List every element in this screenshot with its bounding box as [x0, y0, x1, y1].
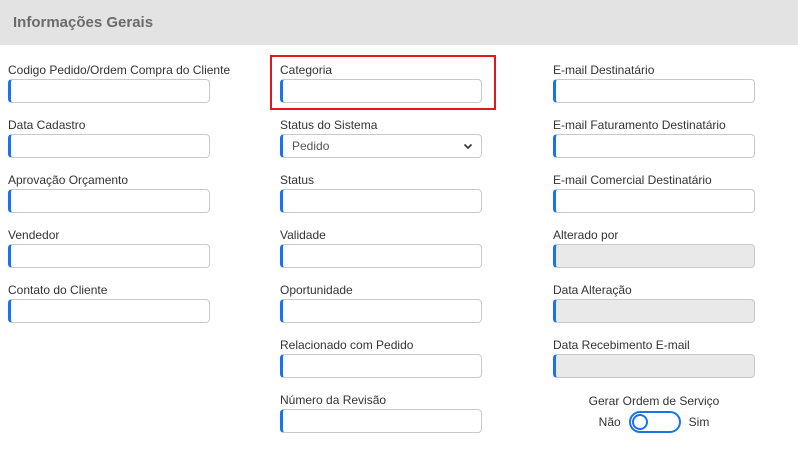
- field-label: Validade: [280, 228, 326, 242]
- field-label: Status: [280, 173, 315, 187]
- gerar-ordem-servico-switch[interactable]: [628, 411, 681, 433]
- contato-cliente-input[interactable]: [8, 299, 210, 323]
- field-label: Status do Sistema: [280, 118, 378, 132]
- email-destinatario-input[interactable]: [553, 79, 755, 103]
- field-label: Data Recebimento E-mail: [553, 338, 690, 352]
- toggle-off-label: Não: [598, 415, 621, 429]
- data-cadastro-input[interactable]: [8, 134, 210, 158]
- field-relacionado-pedido: Relacionado com Pedido: [280, 338, 482, 378]
- field-label: Data Cadastro: [8, 118, 86, 132]
- field-validade: Validade: [280, 228, 482, 268]
- oportunidade-input[interactable]: [280, 299, 482, 323]
- status-input[interactable]: [280, 189, 482, 213]
- field-data-cadastro: Data Cadastro: [8, 118, 210, 158]
- switch-knob: [631, 414, 648, 430]
- field-status: Status: [280, 173, 482, 213]
- field-label: Vendedor: [8, 228, 60, 242]
- toggle-row: Não Sim: [553, 411, 755, 433]
- alterado-por-input: [553, 244, 755, 268]
- field-email-destinatario: E-mail Destinatário: [553, 63, 755, 103]
- aprovacao-orcamento-input[interactable]: [8, 189, 210, 213]
- select-value: Pedido: [292, 139, 330, 153]
- field-numero-revisao: Número da Revisão: [280, 393, 482, 433]
- field-status-sistema: Status do Sistema Pedido: [280, 118, 482, 158]
- field-label: Relacionado com Pedido: [280, 338, 414, 352]
- field-label: E-mail Faturamento Destinatário: [553, 118, 726, 132]
- field-label: Codigo Pedido/Ordem Compra do Cliente: [8, 63, 231, 77]
- field-contato-cliente: Contato do Cliente: [8, 283, 210, 323]
- status-sistema-select[interactable]: Pedido: [280, 134, 482, 158]
- highlight-box: [270, 55, 496, 110]
- section-header: Informações Gerais: [0, 0, 798, 45]
- field-email-faturamento: E-mail Faturamento Destinatário: [553, 118, 755, 158]
- validade-input[interactable]: [280, 244, 482, 268]
- field-data-recebimento-email: Data Recebimento E-mail: [553, 338, 755, 378]
- field-oportunidade: Oportunidade: [280, 283, 482, 323]
- field-label: Número da Revisão: [280, 393, 387, 407]
- section-title: Informações Gerais: [13, 14, 154, 31]
- field-data-alteracao: Data Alteração: [553, 283, 755, 323]
- field-label: Contato do Cliente: [8, 283, 108, 297]
- vendedor-input[interactable]: [8, 244, 210, 268]
- data-alteracao-input: [553, 299, 755, 323]
- field-label: Alterado por: [553, 228, 619, 242]
- field-codigo-pedido: Codigo Pedido/Ordem Compra do Cliente: [8, 63, 231, 103]
- field-alterado-por: Alterado por: [553, 228, 755, 268]
- chevron-down-icon: [463, 143, 473, 150]
- relacionado-pedido-input[interactable]: [280, 354, 482, 378]
- data-recebimento-email-input: [553, 354, 755, 378]
- toggle-title: Gerar Ordem de Serviço: [588, 394, 720, 408]
- numero-revisao-input[interactable]: [280, 409, 482, 433]
- email-faturamento-input[interactable]: [553, 134, 755, 158]
- toggle-on-label: Sim: [688, 415, 710, 429]
- field-aprovacao-orcamento: Aprovação Orçamento: [8, 173, 210, 213]
- gerar-ordem-servico-toggle-group: Gerar Ordem de Serviço Não Sim: [553, 394, 755, 433]
- codigo-pedido-input[interactable]: [8, 79, 210, 103]
- field-label: Data Alteração: [553, 283, 632, 297]
- field-label: Oportunidade: [280, 283, 353, 297]
- field-vendedor: Vendedor: [8, 228, 210, 268]
- field-label: E-mail Destinatário: [553, 63, 655, 77]
- field-label: Aprovação Orçamento: [8, 173, 129, 187]
- field-label: E-mail Comercial Destinatário: [553, 173, 712, 187]
- field-email-comercial: E-mail Comercial Destinatário: [553, 173, 755, 213]
- email-comercial-input[interactable]: [553, 189, 755, 213]
